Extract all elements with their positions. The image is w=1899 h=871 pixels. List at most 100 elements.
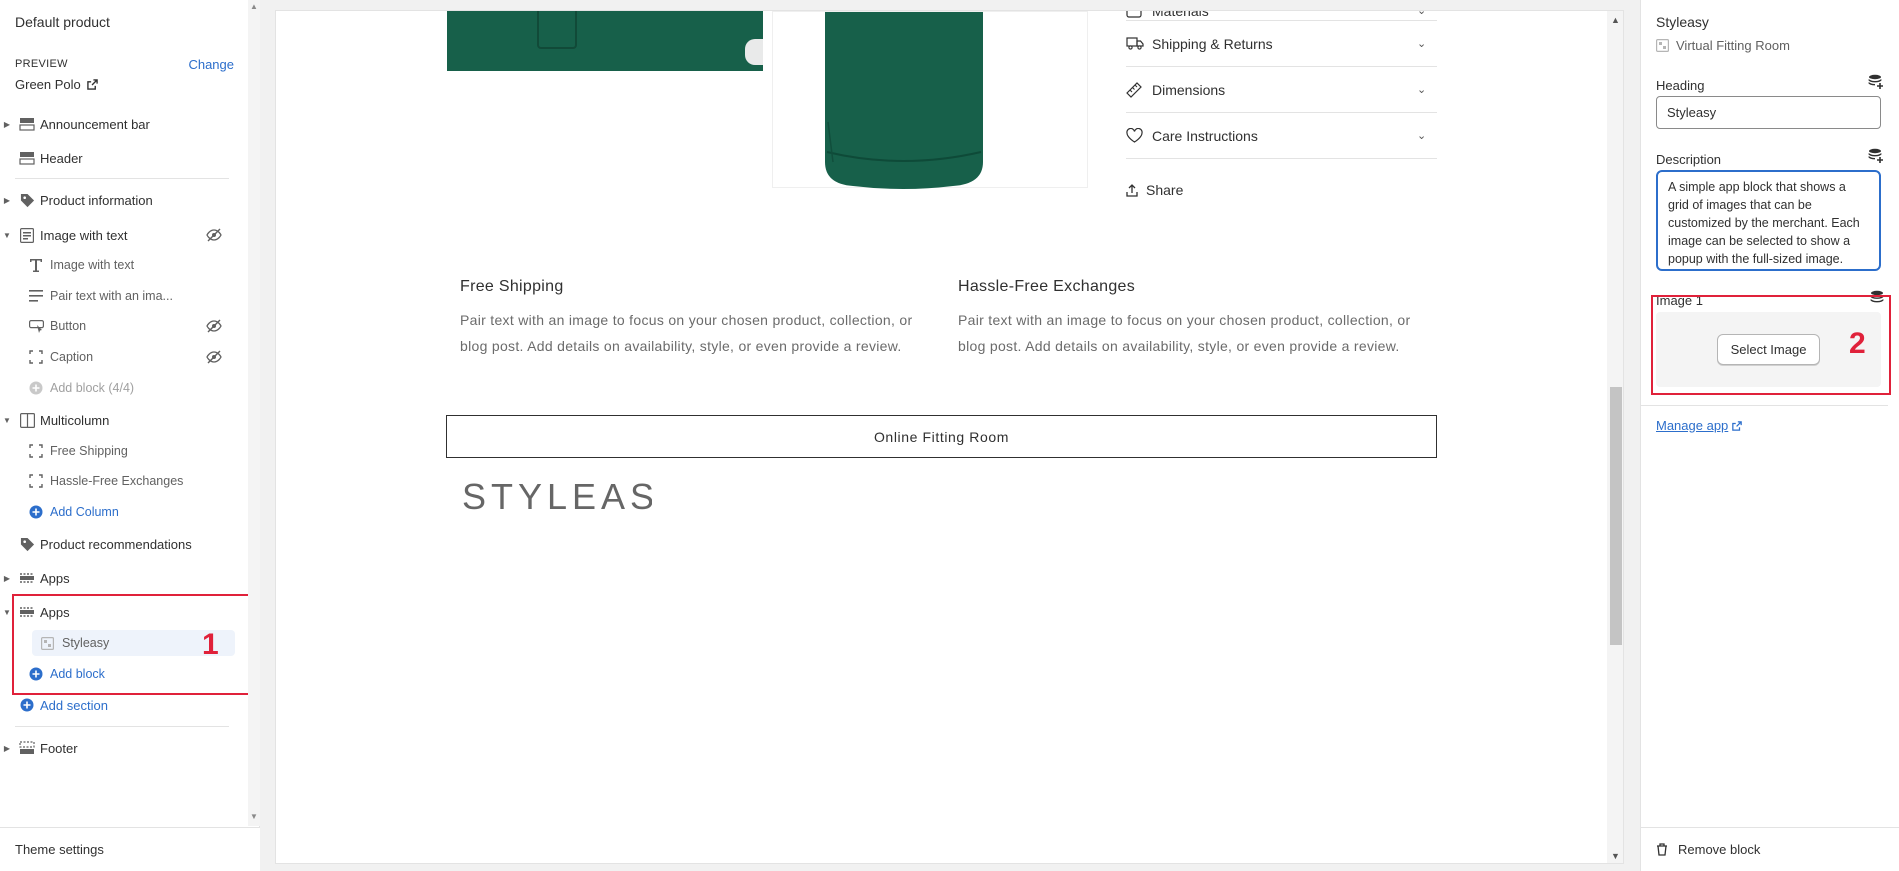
chevron-down-icon: ⌄ bbox=[1417, 38, 1427, 50]
ruler-icon bbox=[1126, 81, 1152, 98]
dynamic-source-icon[interactable] bbox=[1868, 148, 1884, 164]
corners-frame-icon bbox=[22, 350, 50, 364]
add-section-label: Add section bbox=[40, 697, 108, 713]
block-hassle-free-exchanges[interactable]: Hassle-Free Exchanges bbox=[0, 468, 248, 494]
hidden-eye-icon[interactable] bbox=[206, 319, 226, 333]
heart-icon bbox=[1126, 128, 1152, 143]
add-column-button[interactable]: Add Column bbox=[0, 499, 248, 525]
share-button[interactable]: Share bbox=[1126, 182, 1183, 198]
block-label: Hassle-Free Exchanges bbox=[50, 474, 184, 488]
expand-caret-icon[interactable]: ▶ bbox=[0, 744, 14, 753]
block-settings-panel: Styleasy Virtual Fitting Room Heading St… bbox=[1640, 0, 1899, 871]
section-label: Image with text bbox=[40, 227, 128, 243]
collapse-caret-icon[interactable]: ▼ bbox=[0, 231, 14, 240]
expand-caret-icon[interactable]: ▶ bbox=[0, 574, 14, 583]
canvas-scrollbar[interactable]: ▲ ▼ bbox=[1607, 11, 1623, 863]
share-label: Share bbox=[1146, 182, 1184, 198]
hidden-eye-icon[interactable] bbox=[206, 350, 226, 364]
highlight-number-2: 2 bbox=[1849, 327, 1866, 360]
section-image-with-text[interactable]: ▼ Image with text bbox=[0, 222, 248, 248]
section-multicolumn[interactable]: ▼ Multicolumn bbox=[0, 407, 248, 433]
add-section-button[interactable]: Add section bbox=[0, 692, 248, 718]
column-title-free-shipping: Free Shipping bbox=[460, 278, 564, 295]
block-caption[interactable]: Caption bbox=[0, 344, 248, 370]
block-free-shipping[interactable]: Free Shipping bbox=[0, 438, 248, 464]
scrollbar-thumb[interactable] bbox=[1610, 387, 1622, 645]
expand-caret-icon[interactable]: ▶ bbox=[0, 120, 14, 129]
chevron-down-icon: ⌄ bbox=[1417, 10, 1427, 17]
paragraph-icon bbox=[22, 290, 50, 302]
accordion-dimensions[interactable]: Dimensions ⌄ bbox=[1126, 67, 1437, 113]
block-pair-text[interactable]: Pair text with an ima... bbox=[0, 283, 248, 309]
shirt-badge bbox=[745, 39, 763, 65]
section-header[interactable]: Header bbox=[0, 145, 248, 171]
collapse-caret-icon[interactable]: ▼ bbox=[0, 416, 14, 425]
online-fitting-room-button[interactable]: Online Fitting Room bbox=[446, 415, 1437, 458]
sidebar-scrollbar[interactable]: ▲ ▼ bbox=[248, 0, 260, 826]
product-accordion: Materials ⌄ Shipping & Returns ⌄ Dimensi… bbox=[1126, 11, 1437, 159]
share-icon bbox=[1126, 183, 1138, 197]
plus-circle-icon bbox=[22, 381, 50, 395]
block-image-with-text[interactable]: Image with text bbox=[0, 252, 248, 278]
left-sidebar: Default product PREVIEW Change Green Pol… bbox=[0, 0, 260, 871]
highlight-number-1: 1 bbox=[202, 628, 219, 661]
truck-icon bbox=[1126, 37, 1152, 50]
corners-frame-icon bbox=[22, 474, 50, 488]
description-textarea[interactable]: A simple app block that shows a grid of … bbox=[1656, 170, 1881, 271]
accordion-label: Materials bbox=[1152, 10, 1209, 19]
plus-circle-icon bbox=[14, 698, 40, 712]
logo-text: STYLEASY bbox=[462, 479, 652, 515]
block-label: Image with text bbox=[50, 258, 135, 272]
heading-input[interactable]: Styleasy bbox=[1656, 96, 1881, 129]
add-block-disabled: Add block (4/4) bbox=[0, 375, 248, 401]
block-button[interactable]: Button bbox=[0, 313, 248, 339]
layout-header-icon bbox=[14, 117, 40, 131]
section-product-recommendations[interactable]: Product recommendations bbox=[0, 531, 248, 557]
accordion-materials[interactable]: Materials ⌄ bbox=[1126, 10, 1437, 21]
button-cursor-icon bbox=[22, 319, 50, 333]
section-footer[interactable]: ▶ Footer bbox=[0, 735, 248, 761]
product-image-shirt[interactable] bbox=[772, 11, 1088, 189]
scroll-down-arrow-icon[interactable]: ▼ bbox=[250, 812, 258, 821]
accordion-care-instructions[interactable]: Care Instructions ⌄ bbox=[1126, 113, 1437, 159]
section-label: Product recommendations bbox=[40, 536, 192, 552]
heading-label: Heading bbox=[1656, 78, 1705, 93]
shirt-illustration bbox=[825, 12, 983, 189]
block-label: Button bbox=[50, 319, 87, 333]
section-apps-1[interactable]: ▶ Apps bbox=[0, 565, 248, 591]
app-block-icon bbox=[1656, 39, 1669, 52]
block-subtitle: Virtual Fitting Room bbox=[1656, 38, 1790, 53]
scroll-up-arrow-icon[interactable]: ▲ bbox=[1611, 15, 1620, 25]
preview-value[interactable]: Green Polo bbox=[15, 77, 98, 92]
dynamic-source-icon[interactable] bbox=[1868, 74, 1884, 90]
change-preview-link[interactable]: Change bbox=[188, 57, 234, 72]
section-announcement-bar[interactable]: ▶ Announcement bar bbox=[0, 111, 248, 137]
accordion-label: Shipping & Returns bbox=[1152, 35, 1273, 52]
styleasy-logo: STYLEASY bbox=[462, 476, 683, 524]
section-label: Announcement bar bbox=[40, 116, 150, 132]
section-label: Header bbox=[40, 150, 83, 166]
expand-caret-icon[interactable]: ▶ bbox=[0, 196, 14, 205]
block-label: Free Shipping bbox=[50, 444, 128, 458]
block-label: Caption bbox=[50, 350, 94, 364]
hidden-eye-icon[interactable] bbox=[206, 228, 226, 242]
add-column-label: Add Column bbox=[50, 505, 119, 519]
section-product-information[interactable]: ▶ Product information bbox=[0, 187, 248, 213]
chevron-down-icon: ⌄ bbox=[1417, 84, 1427, 96]
remove-block-button[interactable]: Remove block bbox=[1641, 827, 1899, 871]
section-label: Product information bbox=[40, 192, 153, 208]
theme-settings-button[interactable]: Theme settings bbox=[0, 827, 260, 871]
plus-circle-icon bbox=[22, 505, 50, 519]
divider bbox=[1641, 405, 1888, 406]
columns-icon bbox=[14, 412, 40, 428]
scroll-up-arrow-icon[interactable]: ▲ bbox=[250, 2, 258, 11]
external-link-icon bbox=[1732, 420, 1743, 431]
styleasy-wordmark: STYLEASY bbox=[462, 476, 683, 517]
scroll-down-arrow-icon[interactable]: ▼ bbox=[1611, 851, 1620, 861]
column-text-free-shipping: Pair text with an image to focus on your… bbox=[460, 312, 913, 354]
block-subtitle-text: Virtual Fitting Room bbox=[1676, 38, 1790, 53]
accordion-shipping-returns[interactable]: Shipping & Returns ⌄ bbox=[1126, 21, 1437, 67]
product-image-shirt-detail[interactable] bbox=[447, 11, 763, 71]
manage-app-link[interactable]: Manage app bbox=[1656, 418, 1743, 433]
apps-section-icon bbox=[14, 571, 40, 585]
